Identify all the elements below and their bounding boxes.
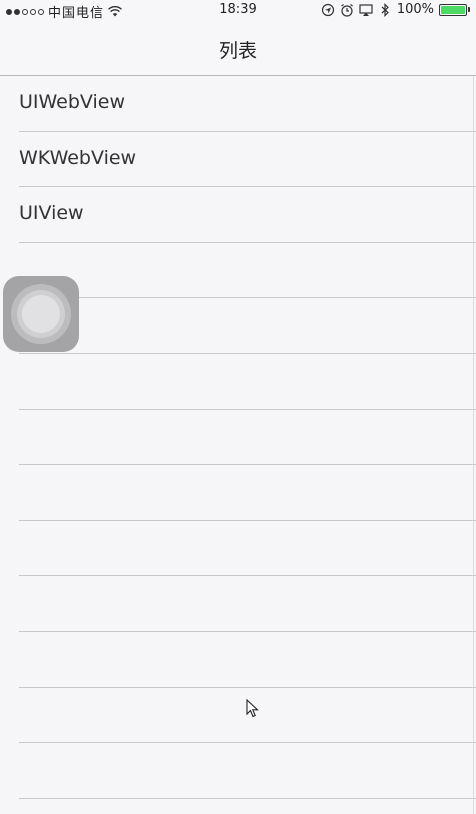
battery-icon xyxy=(439,3,470,16)
table-row[interactable] xyxy=(0,354,476,410)
table-row[interactable] xyxy=(0,521,476,577)
table-row[interactable] xyxy=(0,576,476,632)
table-row-label: WKWebView xyxy=(19,146,137,169)
table-row[interactable] xyxy=(0,743,476,799)
table-row[interactable] xyxy=(0,410,476,466)
battery-percent: 100% xyxy=(396,2,434,17)
mouse-pointer-icon xyxy=(246,699,259,718)
navigation-bar: 列表 xyxy=(0,20,476,76)
table-row-label: UIWebView xyxy=(19,91,126,113)
table-row[interactable]: UIWebView xyxy=(0,76,476,132)
table-row[interactable]: WKWebView xyxy=(0,132,476,188)
table-row[interactable] xyxy=(0,632,476,688)
bluetooth-icon xyxy=(381,2,389,17)
row-separator xyxy=(19,797,476,799)
assistive-touch-icon[interactable] xyxy=(3,276,79,352)
table-row[interactable] xyxy=(0,688,476,744)
page-title: 列表 xyxy=(218,40,257,62)
right-edge-divider xyxy=(473,76,474,814)
table-row-label: UIView xyxy=(19,202,84,225)
table-row[interactable]: UIView xyxy=(0,187,476,243)
alarm-icon xyxy=(340,3,353,17)
table-row[interactable] xyxy=(0,465,476,521)
location-icon xyxy=(321,3,334,16)
status-bar-right: 100% xyxy=(321,2,470,17)
table-list[interactable]: UIWebView WKWebView UIView xyxy=(0,76,476,799)
status-bar: 中国电信 18:39 100% xyxy=(0,0,476,21)
airplay-icon xyxy=(359,3,373,16)
battery-fill xyxy=(441,5,465,14)
